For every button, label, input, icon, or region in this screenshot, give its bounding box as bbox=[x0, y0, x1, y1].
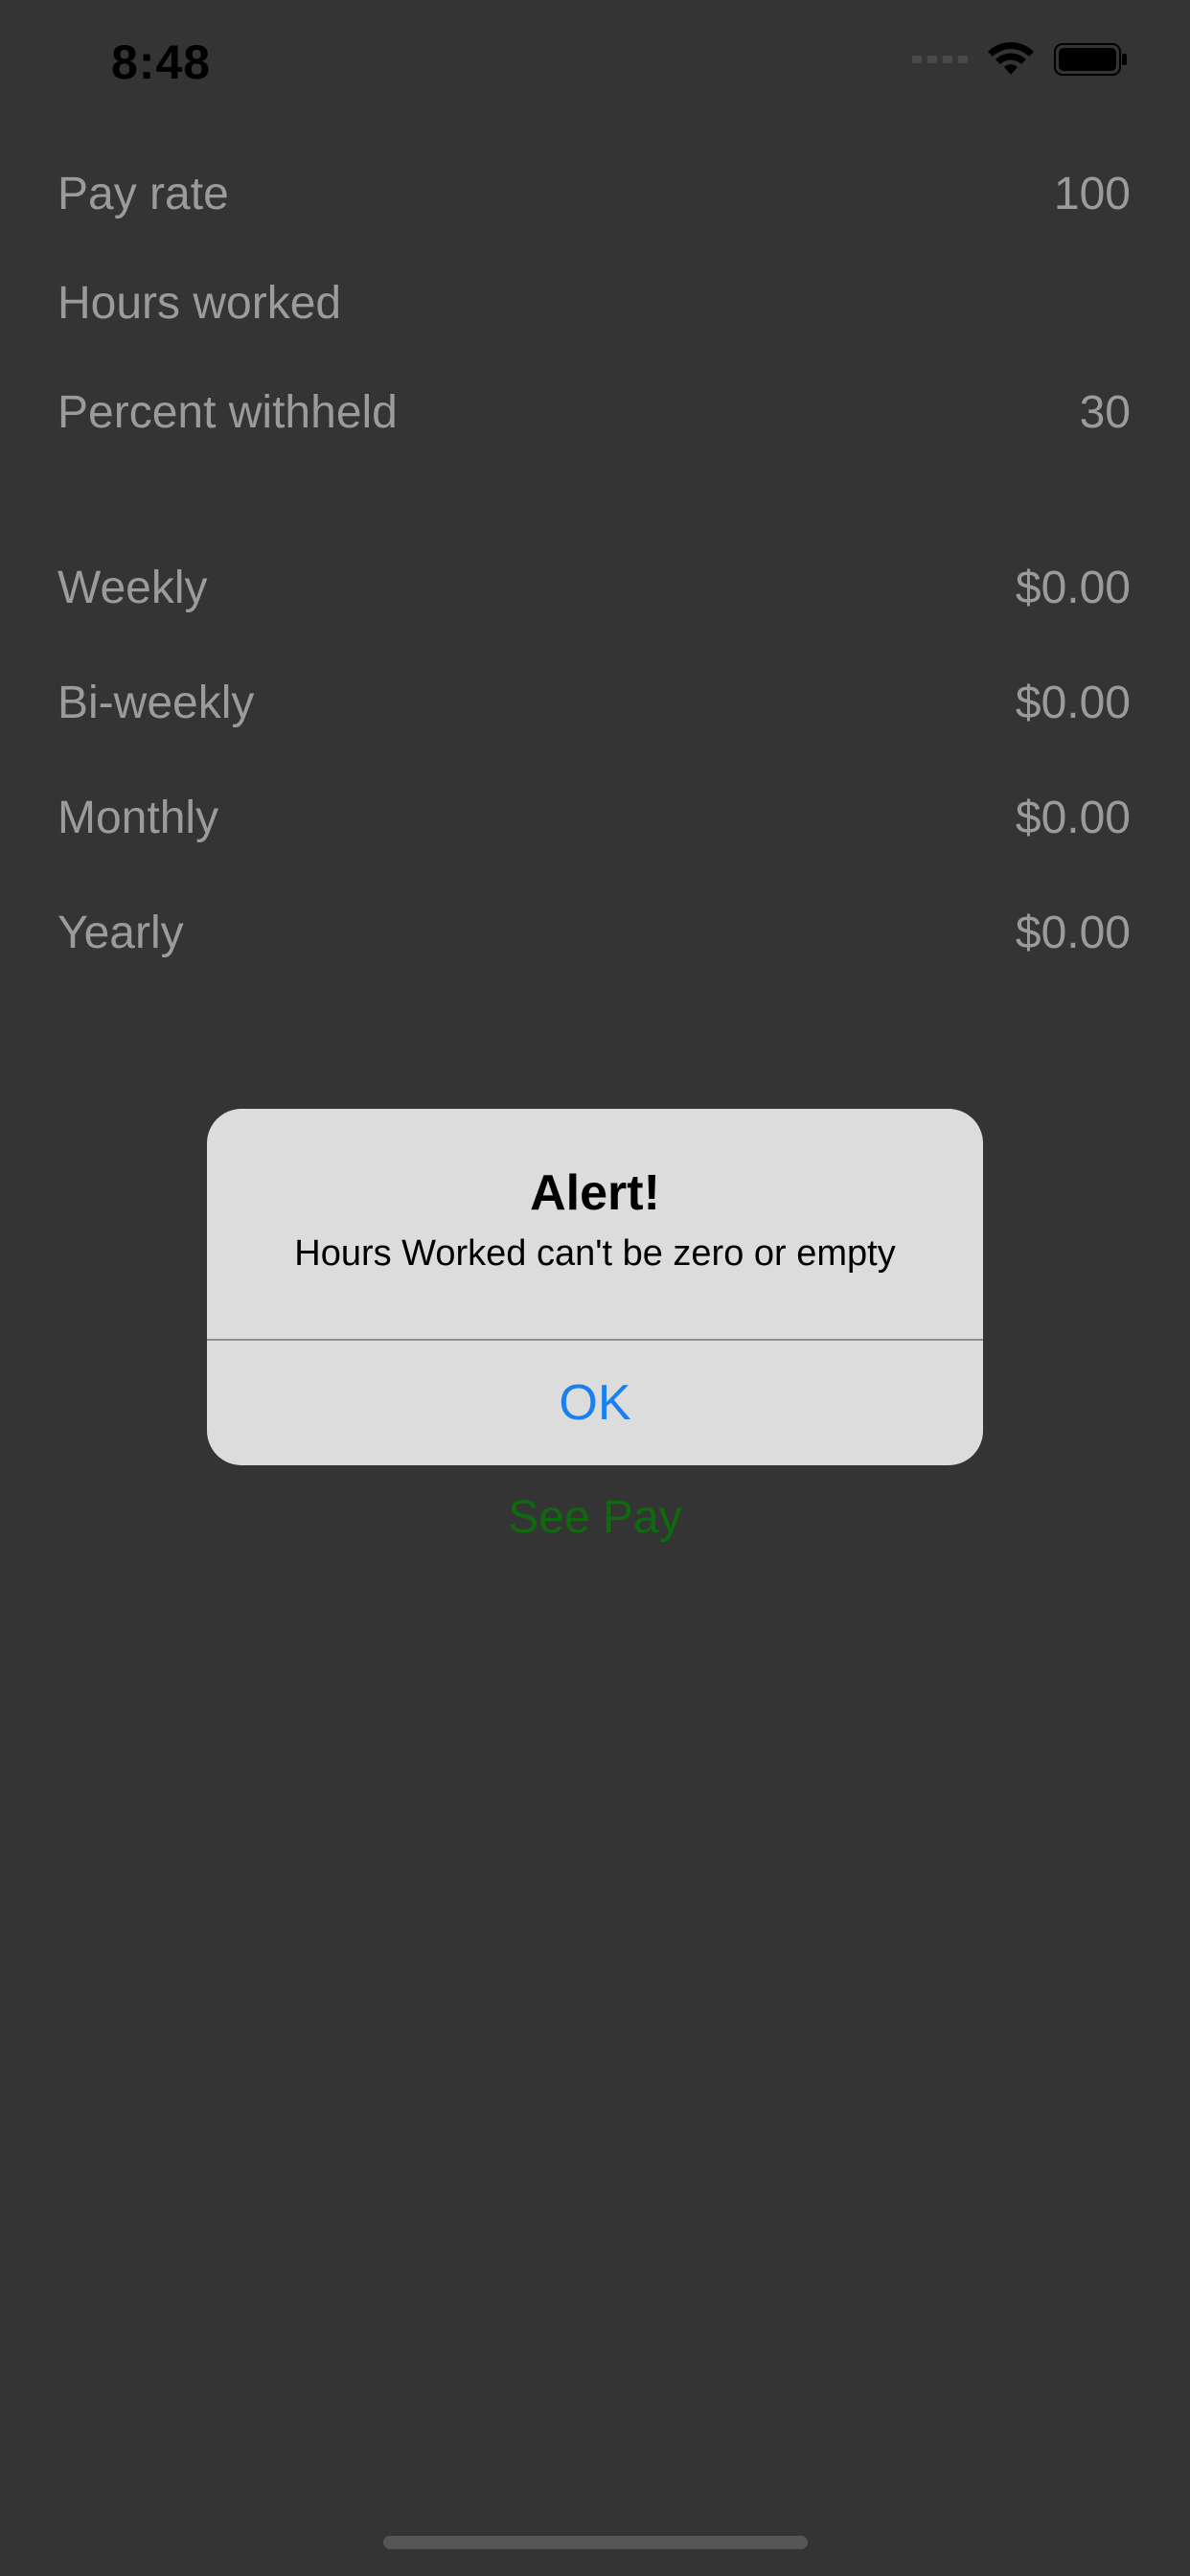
see-pay-button[interactable]: See Pay bbox=[0, 1491, 1190, 1544]
alert-message: Hours Worked can't be zero or empty bbox=[294, 1233, 896, 1274]
percent-withheld-label: Percent withheld bbox=[57, 386, 398, 438]
monthly-row: Monthly $0.00 bbox=[57, 779, 1131, 856]
alert-title: Alert! bbox=[530, 1165, 660, 1221]
alert-ok-button[interactable]: OK bbox=[207, 1341, 983, 1465]
status-icons bbox=[912, 42, 1129, 77]
percent-withheld-row[interactable]: Percent withheld 30 bbox=[57, 374, 1131, 450]
pay-rate-row[interactable]: Pay rate 100 bbox=[57, 155, 1131, 232]
cellular-signal-icon bbox=[912, 56, 968, 63]
weekly-row: Weekly $0.00 bbox=[57, 549, 1131, 626]
biweekly-row: Bi-weekly $0.00 bbox=[57, 664, 1131, 741]
app-screen: 8:48 Pay rate 100 Hours worked Percent w… bbox=[0, 0, 1190, 2576]
alert-dialog: Alert! Hours Worked can't be zero or emp… bbox=[207, 1109, 983, 1465]
weekly-value: $0.00 bbox=[1015, 562, 1131, 613]
pay-rate-field[interactable]: 100 bbox=[1054, 168, 1131, 220]
hours-worked-label: Hours worked bbox=[57, 277, 342, 329]
pay-rate-label: Pay rate bbox=[57, 168, 229, 219]
yearly-row: Yearly $0.00 bbox=[57, 894, 1131, 971]
biweekly-label: Bi-weekly bbox=[57, 677, 255, 728]
monthly-label: Monthly bbox=[57, 792, 219, 843]
hours-worked-row[interactable]: Hours worked bbox=[57, 264, 1131, 341]
weekly-label: Weekly bbox=[57, 562, 208, 613]
wifi-icon bbox=[988, 42, 1034, 75]
yearly-label: Yearly bbox=[57, 907, 184, 958]
monthly-value: $0.00 bbox=[1015, 792, 1131, 843]
home-indicator[interactable] bbox=[383, 2536, 808, 2549]
status-time: 8:48 bbox=[111, 35, 212, 89]
yearly-value: $0.00 bbox=[1015, 907, 1131, 958]
percent-withheld-field[interactable]: 30 bbox=[1080, 386, 1131, 439]
battery-icon bbox=[1054, 43, 1127, 76]
biweekly-value: $0.00 bbox=[1015, 677, 1131, 728]
